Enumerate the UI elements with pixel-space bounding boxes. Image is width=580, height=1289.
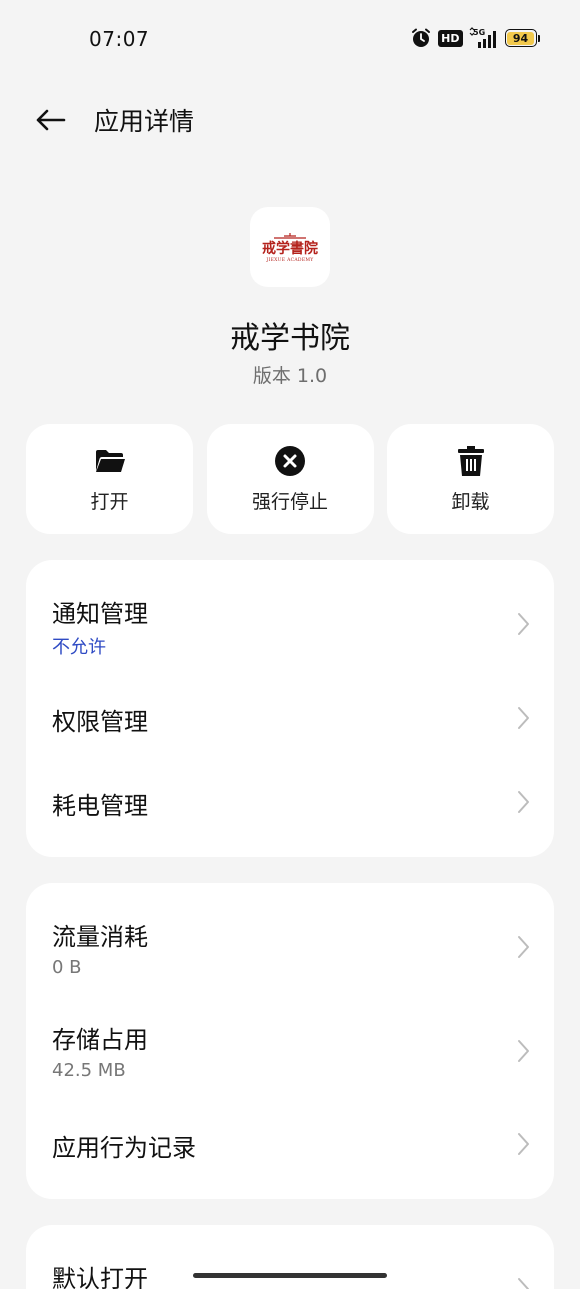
list-item-data-usage[interactable]: 流量消耗 0 B — [26, 883, 554, 989]
list-item-title: 应用行为记录 — [52, 1134, 196, 1162]
back-button[interactable] — [30, 100, 70, 140]
folder-icon — [95, 449, 125, 472]
signal-5g-icon: 5G — [469, 27, 496, 48]
defaults-card: 默认打开 — [26, 1225, 554, 1289]
list-item-battery-management[interactable]: 耗电管理 — [26, 762, 554, 846]
chevron-right-icon — [518, 1133, 529, 1155]
list-item-subtitle: 42.5 MB — [52, 1060, 126, 1081]
chevron-right-icon — [518, 1040, 529, 1062]
trash-icon — [457, 445, 484, 476]
battery-fill: 94 — [507, 31, 534, 45]
uninstall-button[interactable]: 卸载 — [387, 424, 554, 534]
battery-level: 94 — [512, 31, 529, 45]
uninstall-label: 卸载 — [451, 490, 490, 513]
list-item-notification-management[interactable]: 通知管理 不允许 — [26, 560, 554, 678]
force-stop-icon — [275, 445, 305, 476]
app-logo-subtext: JIEXUE ACADEMY — [266, 257, 314, 263]
usage-card: 流量消耗 0 B 存储占用 42.5 MB 应用行为记录 — [26, 883, 554, 1199]
home-indicator[interactable] — [193, 1273, 387, 1278]
list-item-title: 耗电管理 — [52, 792, 148, 820]
list-item-app-behavior-records[interactable]: 应用行为记录 — [26, 1095, 554, 1195]
chevron-right-icon — [518, 936, 529, 958]
status-bar: 07:07 HD 5G 94 — [0, 0, 580, 78]
app-version: 版本 1.0 — [252, 365, 328, 387]
page-title: 应用详情 — [94, 107, 195, 136]
status-icons: HD 5G 94 — [410, 26, 540, 50]
network-label: 5G — [473, 28, 485, 37]
app-logo-text: 戒学書院 — [262, 240, 318, 257]
arrow-left-icon — [36, 109, 66, 131]
list-item-title: 存储占用 — [52, 1026, 148, 1054]
list-item-default-open[interactable]: 默认打开 — [26, 1225, 554, 1289]
chevron-right-icon — [518, 791, 529, 813]
list-item-permission-management[interactable]: 权限管理 — [26, 678, 554, 762]
list-item-subtitle: 不允许 — [52, 637, 106, 658]
action-buttons: 打开 强行停止 卸载 — [26, 424, 554, 534]
list-item-title: 默认打开 — [52, 1265, 148, 1289]
force-stop-label: 强行停止 — [251, 490, 328, 513]
list-item-title: 流量消耗 — [52, 923, 148, 951]
header: 应用详情 — [0, 92, 580, 146]
app-name: 戒学书院 — [230, 321, 350, 356]
list-item-subtitle: 0 B — [52, 957, 82, 978]
battery-icon: 94 — [504, 29, 540, 47]
alarm-icon — [412, 28, 431, 47]
app-icon: 戒学書院 JIEXUE ACADEMY — [250, 207, 330, 287]
chevron-right-icon — [518, 1278, 529, 1289]
force-stop-button[interactable]: 强行停止 — [206, 424, 374, 534]
list-item-storage-usage[interactable]: 存储占用 42.5 MB — [26, 989, 554, 1095]
chevron-right-icon — [518, 613, 529, 635]
open-label: 打开 — [90, 490, 129, 513]
list-item-title: 权限管理 — [52, 708, 148, 736]
hd-icon: HD — [438, 29, 463, 47]
open-button[interactable]: 打开 — [26, 424, 193, 534]
app-logo-decoration — [274, 232, 306, 239]
management-card: 通知管理 不允许 权限管理 耗电管理 — [26, 560, 554, 857]
chevron-right-icon — [518, 707, 529, 729]
status-time: 07:07 — [89, 27, 150, 51]
list-item-title: 通知管理 — [52, 600, 148, 628]
